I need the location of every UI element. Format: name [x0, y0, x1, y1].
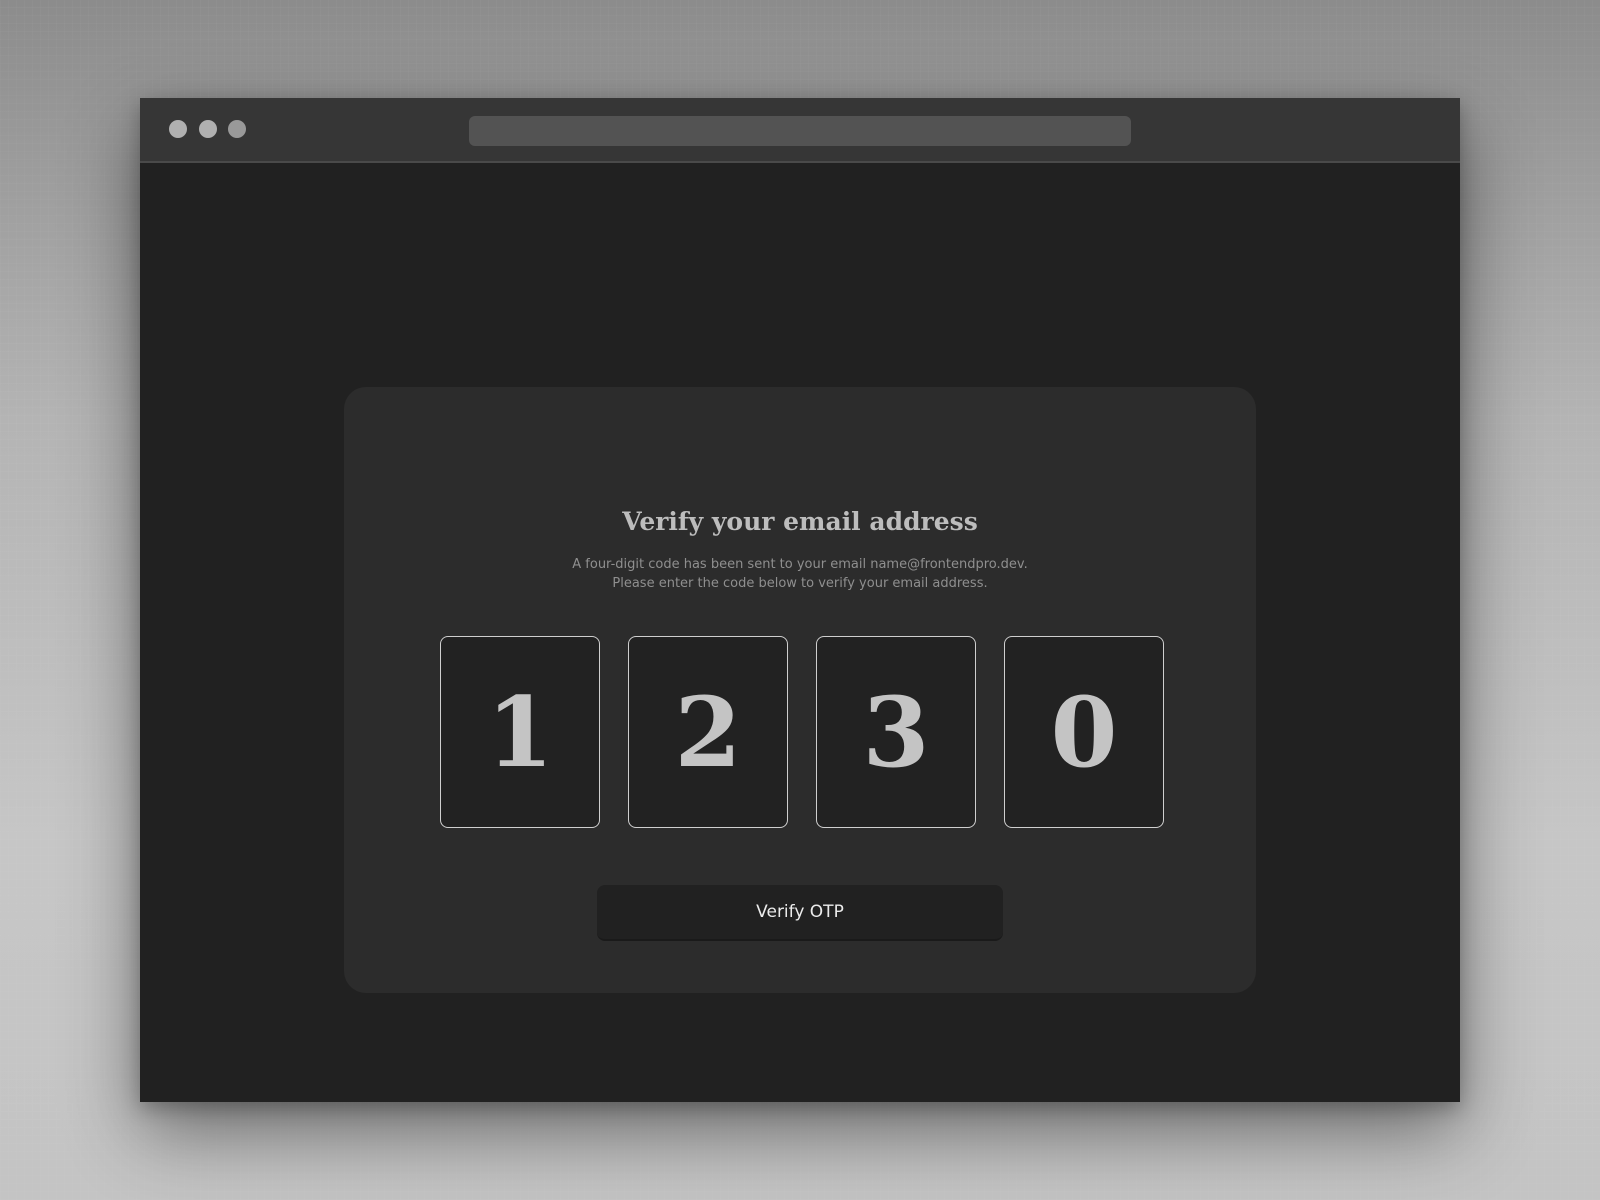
otp-digit-input-2[interactable]: 2 [628, 636, 788, 828]
verification-description: A four-digit code has been sent to your … [344, 555, 1256, 593]
page-title: Verify your email address [622, 507, 978, 536]
otp-verification-card: Verify your email address A four-digit c… [344, 387, 1256, 993]
otp-digit-input-3[interactable]: 3 [816, 636, 976, 828]
description-line-1: A four-digit code has been sent to your … [572, 557, 1028, 572]
otp-digit-input-4[interactable]: 0 [1004, 636, 1164, 828]
browser-window: Verify your email address A four-digit c… [140, 98, 1460, 1102]
verify-otp-button[interactable]: Verify OTP [597, 885, 1003, 941]
window-maximize-icon[interactable] [228, 120, 246, 138]
description-line-2: Please enter the code below to verify yo… [612, 576, 988, 591]
browser-title-bar [140, 98, 1460, 163]
otp-digit-input-1[interactable]: 1 [440, 636, 600, 828]
address-bar[interactable] [469, 116, 1131, 146]
window-close-icon[interactable] [169, 120, 187, 138]
otp-input-group: 1 2 3 0 [440, 636, 1166, 830]
window-minimize-icon[interactable] [199, 120, 217, 138]
page-content: Verify your email address A four-digit c… [140, 163, 1460, 1102]
